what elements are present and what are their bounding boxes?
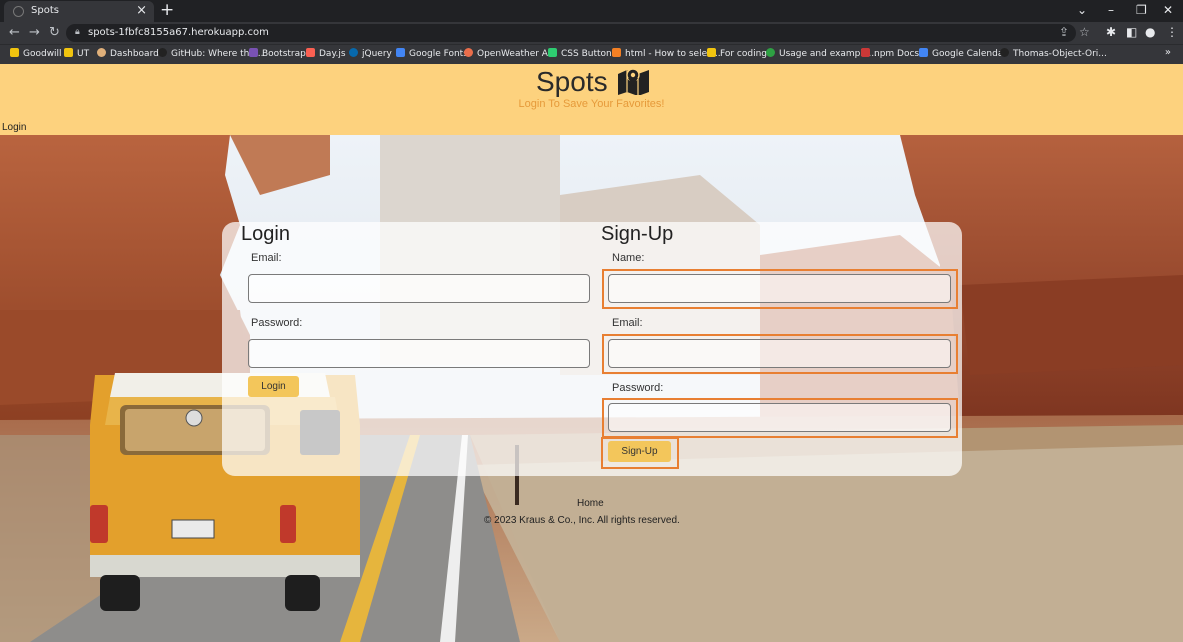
folder-icon	[707, 48, 716, 57]
signup-password-input[interactable]	[608, 403, 951, 432]
folder-icon	[64, 48, 73, 57]
nav-login-link[interactable]: Login	[2, 122, 26, 133]
web-page: Spots Login To Save Your Favorites! Logi…	[0, 64, 1183, 642]
restore-icon[interactable]: ❐	[1136, 3, 1147, 17]
signup-name-input[interactable]	[608, 274, 951, 303]
close-tab-icon[interactable]: ×	[136, 3, 147, 18]
signup-heading: Sign-Up	[601, 223, 674, 245]
github-icon	[158, 48, 167, 57]
login-password-input[interactable]	[248, 339, 590, 368]
bookmark-item[interactable]: For coding	[707, 48, 767, 59]
hero-background: Login Email: Password: Login Sign-Up Nam…	[0, 135, 1183, 642]
reload-icon[interactable]: ↻	[49, 25, 60, 40]
bootstrap-icon	[249, 48, 258, 57]
dashboard-icon	[97, 48, 106, 57]
nodejs-icon	[766, 48, 775, 57]
more-bookmarks-icon[interactable]: »	[1165, 47, 1171, 58]
bookmark-item[interactable]: Goodwill	[10, 48, 62, 59]
site-header: Spots Login To Save Your Favorites! Logi…	[0, 64, 1183, 135]
google-fonts-icon	[396, 48, 405, 57]
site-brand: Spots	[536, 66, 608, 97]
footer-copyright: © 2023 Kraus & Co., Inc. All rights rese…	[484, 515, 680, 526]
signup-name-label: Name:	[612, 252, 645, 264]
bookmark-item[interactable]: npm Docs	[861, 48, 919, 59]
url-text: spots-1fbfc8155a67.herokuapp.com	[88, 27, 269, 38]
bookmark-item[interactable]: Bootstrap	[249, 48, 306, 59]
page-subtitle: Login To Save Your Favorites!	[518, 98, 665, 110]
bookmark-item[interactable]: GitHub: Where the...	[158, 48, 263, 59]
forward-icon[interactable]: →	[29, 25, 40, 40]
map-marker-icon	[618, 68, 649, 95]
bookmark-item[interactable]: jQuery	[349, 48, 392, 59]
bookmark-item[interactable]: OpenWeather API	[464, 48, 556, 59]
browser-tab[interactable]: Spots ×	[4, 1, 154, 22]
bookmark-item[interactable]: UT	[64, 48, 89, 59]
back-icon[interactable]: ←	[9, 25, 20, 40]
openweather-icon	[464, 48, 473, 57]
signup-password-label: Password:	[612, 382, 664, 394]
tab-title: Spots	[31, 5, 59, 16]
login-heading: Login	[241, 223, 290, 245]
folder-icon	[10, 48, 19, 57]
bookmark-item[interactable]: Day.js	[306, 48, 346, 59]
login-email-input[interactable]	[248, 274, 590, 303]
bookmark-item[interactable]: Google Calendar	[919, 48, 1007, 59]
address-bar[interactable]: 🔒︎ spots-1fbfc8155a67.herokuapp.com ⇪ ☆	[66, 24, 1090, 42]
chevron-down-icon[interactable]: ⌄	[1077, 3, 1087, 17]
lock-icon: 🔒︎	[75, 27, 80, 37]
signup-button[interactable]: Sign-Up	[608, 441, 671, 462]
side-panel-icon[interactable]: ◧	[1126, 25, 1137, 39]
bookmark-item[interactable]: Google Fonts	[396, 48, 468, 59]
dayjs-icon	[306, 48, 315, 57]
bookmark-item[interactable]: html - How to selec...	[612, 48, 721, 59]
profile-icon[interactable]: ●	[1145, 25, 1155, 39]
minimize-icon[interactable]: –	[1108, 3, 1114, 17]
bookmark-item[interactable]: CSS Buttons	[548, 48, 616, 59]
footer-home-link[interactable]: Home	[577, 498, 604, 509]
browser-tab-strip: Spots × + ⌄ – ❐ ✕	[0, 0, 1183, 22]
login-email-label: Email:	[251, 252, 282, 264]
login-password-label: Password:	[251, 317, 303, 329]
jquery-icon	[349, 48, 358, 57]
bookmark-item[interactable]: Thomas-Object-Ori...	[1000, 48, 1107, 59]
new-tab-icon[interactable]: +	[160, 0, 174, 20]
calendar-icon	[919, 48, 928, 57]
stackoverflow-icon	[612, 48, 621, 57]
bookmarks-bar: Goodwill UT Dashboard GitHub: Where the.…	[0, 44, 1183, 64]
bookmark-item[interactable]: Dashboard	[97, 48, 159, 59]
bookmark-star-icon[interactable]: ☆	[1079, 25, 1090, 39]
github-icon	[1000, 48, 1009, 57]
npm-icon	[861, 48, 870, 57]
extensions-icon[interactable]: ✱	[1106, 25, 1116, 39]
menu-icon[interactable]: ⋮	[1166, 25, 1178, 39]
browser-toolbar: ← → ↻ 🔒︎ spots-1fbfc8155a67.herokuapp.co…	[0, 22, 1183, 44]
close-window-icon[interactable]: ✕	[1163, 3, 1173, 17]
signup-email-label: Email:	[612, 317, 643, 329]
share-icon[interactable]: ⇪	[1059, 25, 1069, 39]
css-buttons-icon	[548, 48, 557, 57]
globe-icon	[13, 6, 24, 17]
login-button[interactable]: Login	[248, 376, 299, 397]
signup-email-input[interactable]	[608, 339, 951, 368]
